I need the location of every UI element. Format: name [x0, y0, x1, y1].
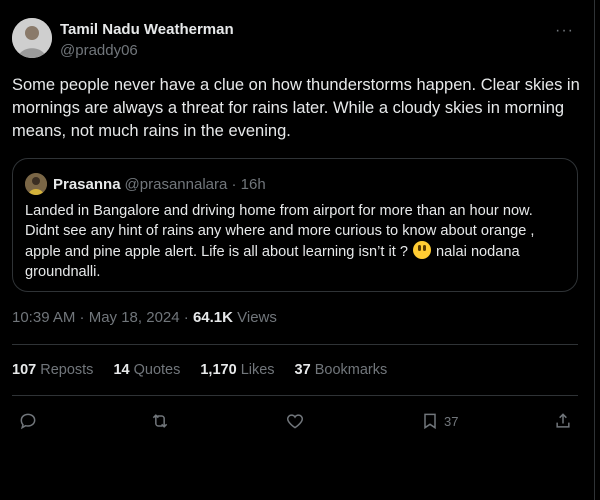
reposts-stat[interactable]: 107 Reposts [12, 362, 93, 378]
action-bar: 37 [0, 405, 595, 439]
quoted-author-name[interactable]: Prasanna [53, 176, 121, 193]
tweet-header: Tamil Nadu Weatherman @praddy06 [12, 18, 234, 59]
bookmarks-label: Bookmarks [314, 362, 388, 378]
reply-button[interactable] [18, 411, 38, 431]
bookmarks-count: 37 [294, 362, 311, 378]
likes-label: Likes [240, 362, 275, 378]
reply-icon [20, 413, 36, 430]
grinning-face-emoji-icon [413, 241, 431, 259]
repost-button[interactable] [150, 411, 170, 431]
bookmark-button[interactable]: 37 [420, 411, 458, 431]
person-avatar-icon [12, 18, 52, 58]
quotes-count: 14 [113, 362, 130, 378]
views-label: Views [232, 309, 277, 326]
author-avatar[interactable] [12, 18, 52, 58]
author-display-name[interactable]: Tamil Nadu Weatherman [60, 21, 234, 38]
share-button[interactable] [553, 411, 573, 431]
views-count: 64.1K [192, 309, 233, 326]
bookmark-action-count: 37 [444, 413, 459, 429]
reposts-count: 107 [12, 362, 37, 378]
quoted-author-handle-time: @prasannalara · 16h [124, 175, 266, 193]
like-button[interactable] [285, 411, 305, 431]
quoted-tweet-text: Landed in Bangalore and driving home fro… [25, 201, 570, 282]
person-avatar-icon [25, 173, 47, 195]
quoted-tweet[interactable]: Prasanna @prasannalara · 16h Landed in B… [12, 158, 578, 292]
engagement-stats: 107 Reposts 14 Quotes 1,170 Likes 37 Boo… [12, 362, 407, 378]
tweet-meta: 10:39 AM · May 18, 2024 · 64.1K Views [12, 309, 277, 326]
tweet-detail-panel: Tamil Nadu Weatherman @praddy06 ··· Some… [0, 0, 595, 500]
quoted-tweet-header: Prasanna @prasannalara · 16h [25, 173, 266, 195]
share-icon [556, 413, 570, 428]
divider [12, 344, 578, 345]
tweet-text: Some people never have a clue on how thu… [12, 76, 580, 140]
repost-icon [152, 414, 168, 428]
author-handle[interactable]: @praddy06 [60, 42, 234, 59]
heart-icon [286, 414, 304, 429]
bookmark-icon [424, 413, 436, 430]
quotes-stat[interactable]: 14 Quotes [113, 362, 180, 378]
likes-count: 1,170 [200, 362, 237, 378]
likes-stat[interactable]: 1,170 Likes [200, 362, 274, 378]
reposts-label: Reposts [40, 362, 94, 378]
quotes-label: Quotes [133, 362, 181, 378]
tweet-timestamp[interactable]: 10:39 AM · May 18, 2024 · [12, 309, 193, 326]
divider [12, 395, 578, 396]
quoted-author-avatar[interactable] [25, 173, 47, 195]
bookmarks-stat[interactable]: 37 Bookmarks [295, 362, 388, 378]
more-options-icon[interactable]: ··· [555, 22, 574, 40]
